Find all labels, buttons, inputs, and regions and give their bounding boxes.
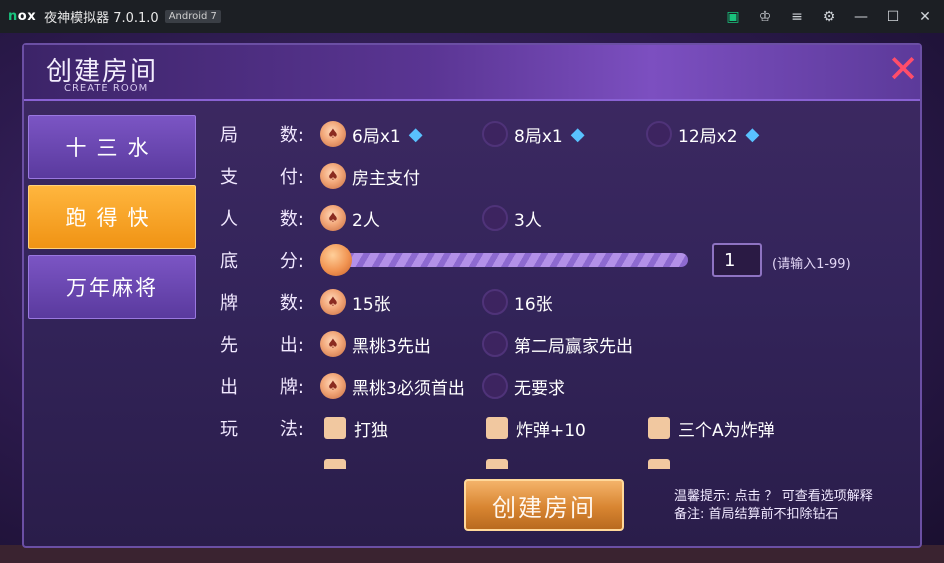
checkbox [648,417,670,439]
checkbox [648,459,670,469]
theme-icon[interactable]: ♔ [756,8,774,26]
settings-icon[interactable]: ⚙ [820,8,838,26]
play-option-spade3-first[interactable]: ♠ 黑桃3必须首出 [320,373,465,399]
radio-empty-icon [646,121,672,147]
sidebar-item-wannian-majiang[interactable]: 万年麻将 [28,255,196,319]
minimize-icon[interactable]: — [852,8,870,26]
option-row-base-score: 底分: 1 (请输入1-99) [220,243,910,277]
base-score-slider[interactable] [322,253,688,267]
option-row-first: 先出: ♠ 黑桃3先出 第二局赢家先出 [220,329,910,359]
tip-text: 温馨提示: 点击 ？ 可查看选项解释 [674,489,873,504]
radio-selected-icon: ♠ [320,163,346,189]
option-row-players: 人数: ♠ 2人 3人 [220,203,910,233]
option-row-cards: 牌数: ♠ 15张 16张 [220,287,910,317]
option-row-play: 出牌: ♠ 黑桃3必须首出 无要求 [220,371,910,401]
diamond-icon: ◆ [570,123,585,145]
radio-selected-icon: ♠ [320,121,346,147]
radio-empty-icon [482,373,508,399]
checkbox [486,459,508,469]
radio-empty-icon [482,289,508,315]
diamond-icon: ◆ [408,123,423,145]
base-score-hint: (请输入1-99) [772,257,851,272]
sidebar-item-shisanshui[interactable]: 十三水 [28,115,196,179]
close-icon[interactable]: ✕ [916,8,934,26]
store-icon[interactable]: ▣ [724,8,742,26]
rule-option-three-aces[interactable]: 三个A为炸弹 [648,416,775,441]
menu-icon[interactable]: ≡ [788,8,806,26]
dialog-subtitle: CREATE ROOM [64,83,149,94]
game-type-sidebar: 十三水 跑得快 万年麻将 [28,115,196,325]
options-panel: 局数: ♠ 6局x1 ◆ 8局x1 ◆ 12局x2 ◆ 支付: ♠ 房主支付 人… [220,117,910,469]
rounds-option-8[interactable]: 8局x1 ◆ [482,121,585,147]
android-version-badge: Android 7 [164,10,221,23]
rounds-option-12[interactable]: 12局x2 ◆ [646,121,759,147]
radio-selected-icon: ♠ [320,331,346,357]
rounds-label: 局数: [220,125,304,146]
radio-selected-icon: ♠ [320,373,346,399]
dialog-close-button[interactable]: ✕ [884,50,922,88]
players-option-3[interactable]: 3人 [482,205,542,231]
dialog-header: 创建房间 CREATE ROOM ✕ [24,45,920,101]
slider-handle[interactable] [320,244,352,276]
radio-empty-icon [482,205,508,231]
checkbox [324,417,346,439]
play-option-none[interactable]: 无要求 [482,373,565,399]
checkbox [324,459,346,469]
rule-option-dadu[interactable]: 打独 [324,416,388,441]
cards-option-15[interactable]: ♠ 15张 [320,289,391,315]
cards-option-16[interactable]: 16张 [482,289,553,315]
pay-option-owner[interactable]: ♠ 房主支付 [320,163,420,189]
create-room-button[interactable]: 创建房间 [464,479,624,531]
create-room-dialog: 创建房间 CREATE ROOM ✕ 十三水 跑得快 万年麻将 局数: ♠ 6局… [22,43,922,548]
players-option-2[interactable]: ♠ 2人 [320,205,380,231]
radio-selected-icon: ♠ [320,289,346,315]
checkbox [486,417,508,439]
first-option-spade3[interactable]: ♠ 黑桃3先出 [320,331,431,357]
nox-logo: nox [8,9,37,24]
radio-empty-icon [482,331,508,357]
rule-option-bomb10[interactable]: 炸弹+10 [486,416,586,441]
option-row-partial [220,455,910,469]
radio-empty-icon [482,121,508,147]
diamond-icon: ◆ [745,123,760,145]
maximize-icon[interactable]: ☐ [884,8,902,26]
base-score-input[interactable]: 1 [712,243,762,277]
option-row-rounds: 局数: ♠ 6局x1 ◆ 8局x1 ◆ 12局x2 ◆ [220,119,910,149]
window-controls: ▣ ♔ ≡ ⚙ — ☐ ✕ [724,0,934,33]
app-title: 夜神模拟器 7.0.1.0 [44,11,159,26]
rounds-option-6[interactable]: ♠ 6局x1 ◆ [320,121,423,147]
radio-selected-icon: ♠ [320,205,346,231]
first-option-winner[interactable]: 第二局赢家先出 [482,331,633,357]
option-row-pay: 支付: ♠ 房主支付 [220,161,910,191]
option-row-rules: 玩法: 打独 炸弹+10 三个A为炸弹 [220,413,910,443]
note-text: 备注: 首局结算前不扣除钻石 [674,507,839,522]
emulator-titlebar: nox 夜神模拟器 7.0.1.0 Android 7 ▣ ♔ ≡ ⚙ — ☐ … [0,0,944,33]
sidebar-item-paodekuai[interactable]: 跑得快 [28,185,196,249]
